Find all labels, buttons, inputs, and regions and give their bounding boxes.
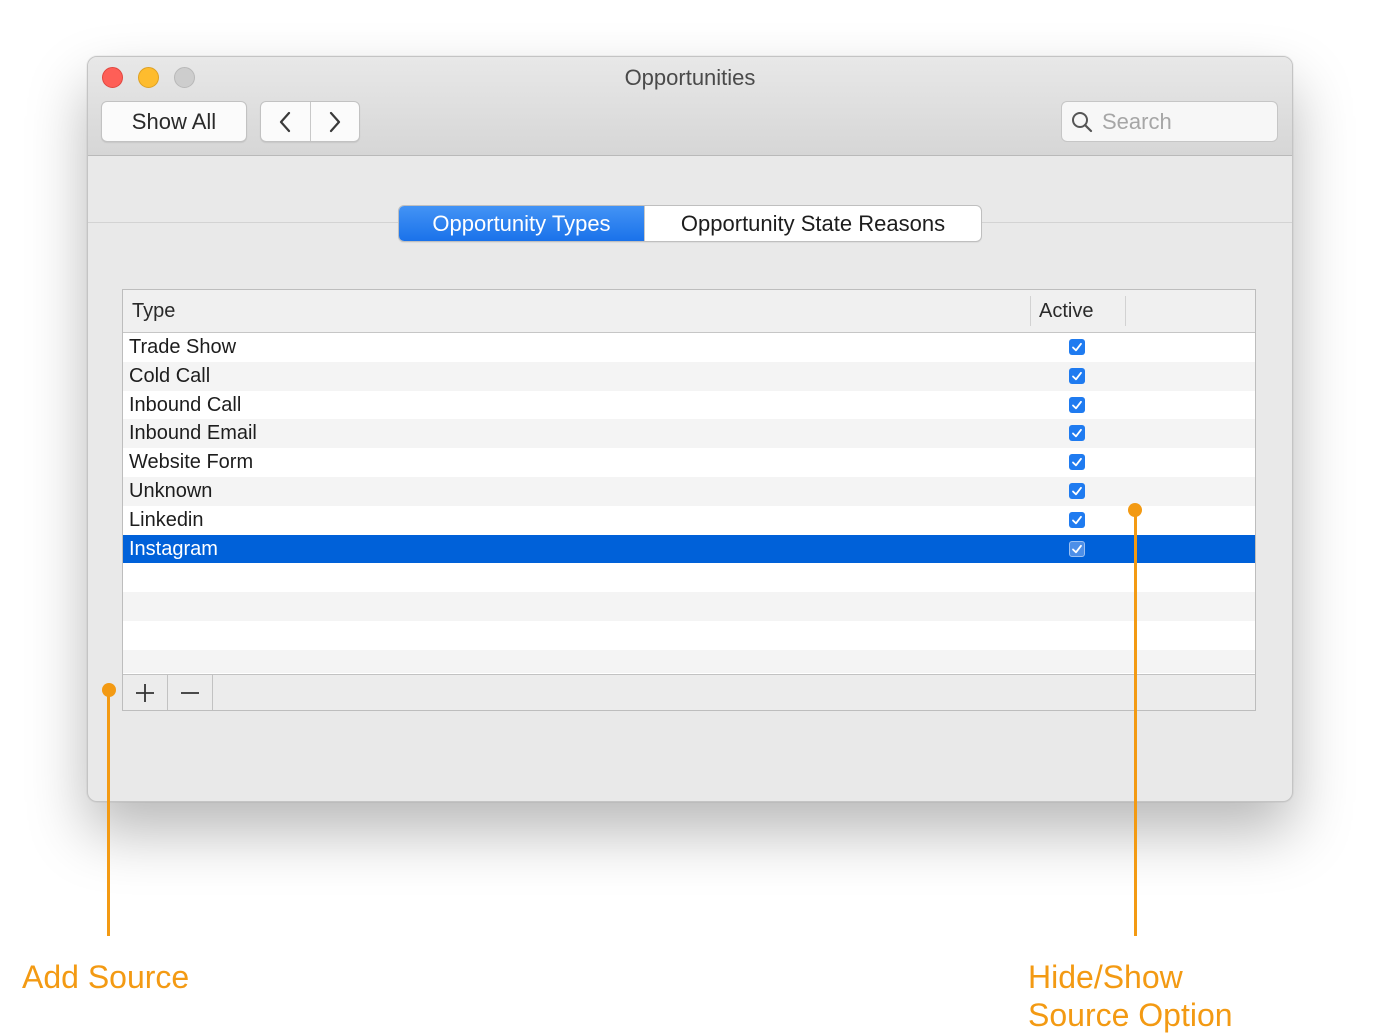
checkmark-icon [1072, 400, 1082, 409]
column-header-active[interactable]: Active [1030, 296, 1126, 326]
minus-icon [181, 691, 199, 694]
active-checkbox[interactable] [1069, 454, 1085, 471]
table-row[interactable]: Linkedin [123, 505, 1255, 535]
active-checkbox[interactable] [1069, 540, 1085, 557]
hide-show-callout-line [1134, 510, 1137, 936]
opportunity-types-table: Type Active Trade Show Cold Call Inbound… [122, 289, 1256, 711]
empty-row [123, 620, 1255, 650]
hide-show-label-line1: Hide/Show [1028, 959, 1183, 995]
checkmark-icon [1072, 544, 1082, 553]
forward-button[interactable] [309, 102, 360, 141]
table-header: Type Active [123, 290, 1255, 333]
search-field[interactable] [1061, 101, 1278, 142]
search-icon [1072, 112, 1093, 133]
search-input[interactable] [1102, 108, 1267, 136]
tab-opportunity-types[interactable]: Opportunity Types [399, 206, 644, 241]
chevron-right-icon [329, 111, 340, 132]
active-checkbox[interactable] [1069, 367, 1085, 384]
table-row[interactable]: Website Form [123, 448, 1255, 477]
active-checkbox[interactable] [1069, 482, 1085, 499]
window-titlebar: Opportunities Show All [88, 57, 1292, 156]
tab-control: Opportunity Types Opportunity State Reas… [398, 205, 982, 242]
navigation-group [260, 101, 360, 142]
type-cell: Unknown [129, 479, 213, 502]
back-button[interactable] [261, 102, 310, 141]
active-checkbox[interactable] [1069, 511, 1085, 528]
plus-icon [136, 683, 154, 702]
type-cell: Trade Show [129, 336, 237, 358]
chevron-left-icon [280, 111, 291, 132]
column-header-type[interactable]: Type [132, 290, 175, 332]
type-cell: Linkedin [129, 508, 204, 531]
table-row[interactable]: Cold Call [123, 361, 1255, 391]
table-row[interactable]: Inbound Email [123, 419, 1255, 449]
remove-button[interactable] [168, 675, 213, 710]
type-cell: Website Form [129, 451, 254, 474]
checkmark-icon [1072, 429, 1082, 438]
checkmark-icon [1072, 342, 1082, 352]
active-checkbox[interactable] [1069, 396, 1085, 413]
table-footer [123, 674, 1255, 710]
type-cell: Instagram [129, 537, 218, 560]
hide-show-label-line2: Source Option [1028, 997, 1233, 1033]
add-button[interactable] [123, 675, 168, 710]
checkmark-icon [1072, 458, 1082, 467]
tab-opportunity-state-reasons[interactable]: Opportunity State Reasons [644, 206, 981, 241]
type-cell: Inbound Email [129, 422, 257, 445]
type-cell: Cold Call [129, 364, 211, 387]
checkmark-icon [1072, 371, 1082, 380]
empty-row [123, 592, 1255, 621]
type-cell: Inbound Call [129, 393, 242, 416]
active-checkbox[interactable] [1069, 425, 1085, 442]
add-source-callout-line [107, 690, 110, 936]
table-row-selected[interactable]: Instagram [123, 534, 1255, 564]
table-row[interactable]: Inbound Call [123, 390, 1255, 420]
checkmark-icon [1072, 515, 1082, 524]
add-source-label: Add Source [22, 959, 190, 995]
empty-row [123, 649, 1255, 673]
preferences-window: Opportunities Show All Opportunity Types… [87, 56, 1293, 802]
table-row[interactable]: Trade Show [123, 333, 1255, 362]
table-row[interactable]: Unknown [123, 476, 1255, 506]
table-body: Trade Show Cold Call Inbound Call Inboun… [123, 333, 1255, 673]
window-title: Opportunities [624, 65, 756, 90]
checkmark-icon [1072, 486, 1082, 496]
empty-row [123, 563, 1255, 593]
active-checkbox[interactable] [1069, 339, 1085, 355]
show-all-button[interactable]: Show All [101, 101, 247, 142]
